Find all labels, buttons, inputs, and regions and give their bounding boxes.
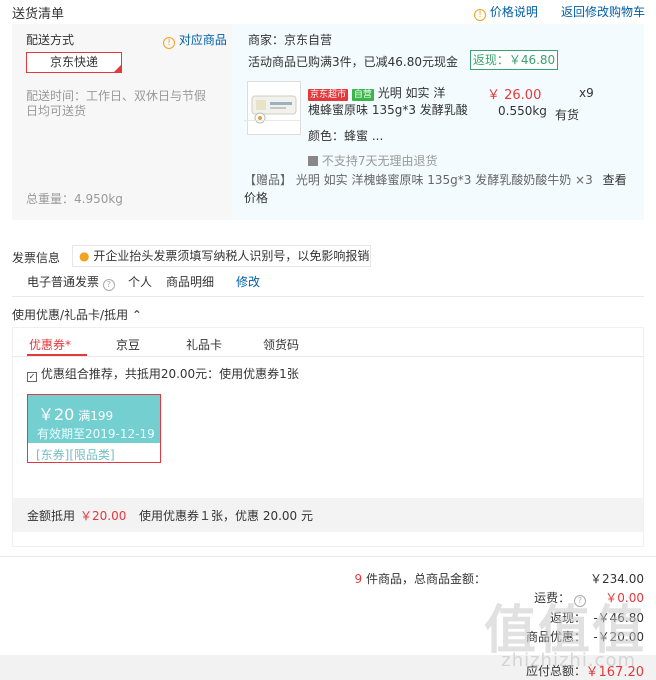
product-thumbnail[interactable] (247, 81, 301, 135)
product-qty: x9 (579, 86, 594, 100)
invoice-detail: 商品明细 (166, 275, 215, 289)
delivery-method-label: 配送方式 (26, 33, 75, 47)
header-bar (0, 0, 656, 22)
divider (13, 356, 643, 357)
delivery-method-chip[interactable]: 京东快递 (26, 52, 122, 73)
info-icon: ! (474, 9, 486, 21)
coupon-tags: [东券][限品类] (36, 448, 115, 462)
divider (12, 296, 644, 297)
watermark-url: zhizhizhi.com (501, 650, 636, 671)
divider (244, 120, 300, 121)
total-weight: 总重量：4.950kg (26, 192, 123, 206)
recommend-option[interactable]: ✓ 优惠组合推荐，共抵用20.00元：使用优惠券1张 (27, 365, 299, 382)
selected-corner-icon (114, 65, 121, 72)
tab-jingdou[interactable]: 京豆 (116, 336, 140, 353)
tab-redeem-code[interactable]: 领货码 (263, 336, 299, 353)
item-count-label: 9 件商品，总商品金额： (354, 572, 486, 586)
rebate-badge: 返现：￥46.80 (470, 50, 558, 70)
coupon-validity: 有效期至2019-12-19 (37, 427, 155, 441)
coupon-section-toggle[interactable]: 使用优惠/礼品卡/抵用 ⌃ (12, 306, 142, 323)
no-return-icon (308, 156, 318, 166)
product-image (251, 95, 297, 124)
product-title-line1[interactable]: 京东超市 自营 光明 如实 洋 (308, 84, 445, 101)
supermarket-tag: 京东超市 (308, 89, 349, 101)
checkbox-checked-icon[interactable]: ✓ (27, 372, 37, 382)
match-items-link[interactable]: ! 对应商品 (163, 31, 227, 49)
amount-value: ￥20.00 (80, 509, 127, 523)
merchant-name: 商家：京东自营 (248, 33, 333, 47)
invoice-personal: 个人 (128, 275, 153, 289)
coupon-amount-row: ￥20 满199 (38, 405, 114, 424)
product-weight: 0.550kg (498, 104, 547, 118)
goods-total: ￥234.00 (590, 572, 644, 586)
info-icon: ! (163, 37, 175, 49)
section-title: 送货清单 (12, 7, 65, 22)
gift-view-link[interactable]: 查看 (603, 173, 627, 187)
invoice-type: 电子普通发票 ? (27, 273, 115, 291)
tab-coupons[interactable]: 优惠券* (29, 336, 71, 353)
divider (0, 556, 656, 557)
price-explain-link[interactable]: ! 价格说明 (474, 3, 538, 21)
stock-status: 有货 (555, 108, 580, 122)
chevron-up-icon: ⌃ (131, 308, 142, 322)
product-attr: 颜色：蜂蜜 ... (308, 129, 384, 143)
delivery-time: 配送时间：工作日、双休日与节假日均可送货 (26, 89, 207, 118)
gift-line: 【赠品】 光明 如实 洋槐蜂蜜原味 135g*3 发酵乳酸奶酸牛奶 ×3 查看 (244, 173, 627, 187)
amount-desc: 使用优惠券１张，优惠 20.00 元 (139, 509, 313, 523)
tab-giftcard[interactable]: 礼品卡 (186, 336, 222, 353)
self-operated-tag: 自营 (351, 89, 374, 101)
help-icon[interactable]: ? (102, 279, 115, 291)
gift-price-link[interactable]: 价格 (244, 189, 268, 206)
back-to-cart-link[interactable]: 返回修改购物车 (561, 3, 645, 20)
invoice-label: 发票信息 (12, 251, 61, 265)
bulb-icon: ● (79, 249, 90, 263)
amount-label: 金额抵用 (27, 509, 76, 523)
invoice-tip: ● 开企业抬头发票须填写纳税人识别号，以免影响报销 (72, 245, 371, 267)
product-title-line2[interactable]: 槐蜂蜜原味 135g*3 发酵乳酸 (308, 101, 468, 118)
invoice-edit-link[interactable]: 修改 (236, 273, 260, 290)
promo-text: 活动商品已购满3件，已减46.80元现金 (248, 55, 458, 69)
product-price: ￥ 26.00 (487, 88, 542, 103)
no-return-note: 不支持7天无理由退货 (308, 152, 437, 169)
